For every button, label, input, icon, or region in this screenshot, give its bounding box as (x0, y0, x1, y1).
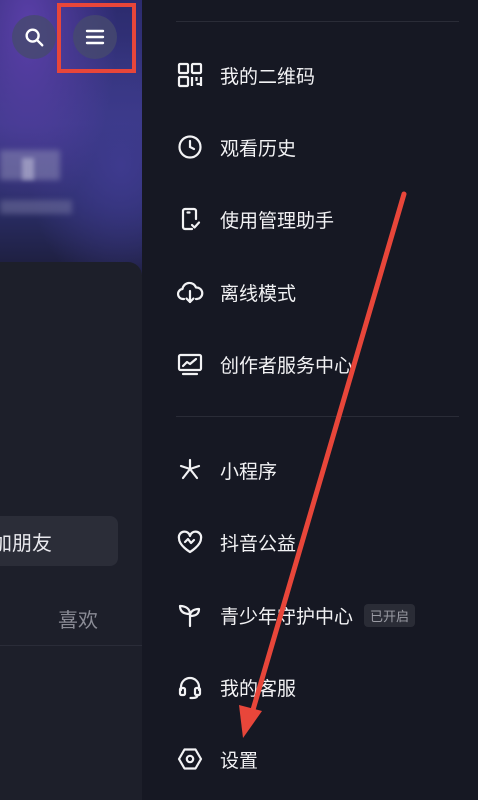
profile-page: 加朋友 喜欢 (0, 0, 142, 800)
drawer-item-qr-code[interactable]: 我的二维码 (142, 55, 478, 95)
status-badge: 已开启 (364, 603, 416, 627)
drawer-divider-middle (176, 416, 459, 417)
drawer-item-label: 观看历史 (220, 137, 297, 160)
blurred-avatar-detail (22, 158, 34, 180)
drawer-item-label: 创作者服务中心 (220, 354, 354, 377)
search-icon (23, 26, 45, 48)
drawer-item-label: 抖音公益 (220, 532, 297, 555)
add-friend-label: 加朋友 (0, 530, 52, 555)
drawer-divider-top (176, 21, 459, 22)
drawer-item-offline-mode[interactable]: 离线模式 (142, 272, 478, 312)
menu-button-highlight-box (57, 3, 136, 73)
side-drawer: 我的二维码 观看历史 使用管理助手 离线模式 创作者服务中心 小程序 抖音公益 … (142, 0, 478, 800)
drawer-item-usage-assistant[interactable]: 使用管理助手 (142, 199, 478, 239)
heart-pulse-icon (176, 528, 204, 556)
clock-icon (176, 133, 204, 161)
drawer-item-mini-programs[interactable]: 小程序 (142, 450, 478, 490)
drawer-item-customer-service[interactable]: 我的客服 (142, 667, 478, 707)
drawer-item-charity[interactable]: 抖音公益 (142, 522, 478, 562)
add-friend-button[interactable]: 加朋友 (0, 516, 118, 566)
qr-code-icon (176, 61, 204, 89)
drawer-item-label: 青少年守护中心 (220, 605, 354, 628)
drawer-item-label: 我的二维码 (220, 65, 316, 88)
phone-check-icon (176, 205, 204, 233)
tab-divider (0, 645, 142, 646)
drawer-item-settings[interactable]: 设置 (142, 739, 478, 779)
drawer-item-label: 离线模式 (220, 282, 297, 305)
drawer-item-label: 小程序 (220, 460, 278, 483)
drawer-item-label: 设置 (220, 749, 259, 772)
headset-icon (176, 673, 204, 701)
drawer-item-watch-history[interactable]: 观看历史 (142, 127, 478, 167)
drawer-item-creator-center[interactable]: 创作者服务中心 (142, 344, 478, 384)
drawer-item-youth-protection[interactable]: 青少年守护中心 已开启 (142, 595, 478, 635)
monitor-chart-icon (176, 350, 204, 378)
sprout-icon (176, 601, 204, 629)
mini-program-icon (176, 456, 204, 484)
blurred-user-info (0, 200, 72, 214)
tab-likes[interactable]: 喜欢 (58, 604, 98, 633)
drawer-item-label: 我的客服 (220, 677, 297, 700)
settings-hexagon-icon (176, 745, 204, 773)
search-button[interactable] (12, 15, 56, 59)
cloud-download-icon (176, 278, 204, 306)
drawer-item-label: 使用管理助手 (220, 209, 335, 232)
